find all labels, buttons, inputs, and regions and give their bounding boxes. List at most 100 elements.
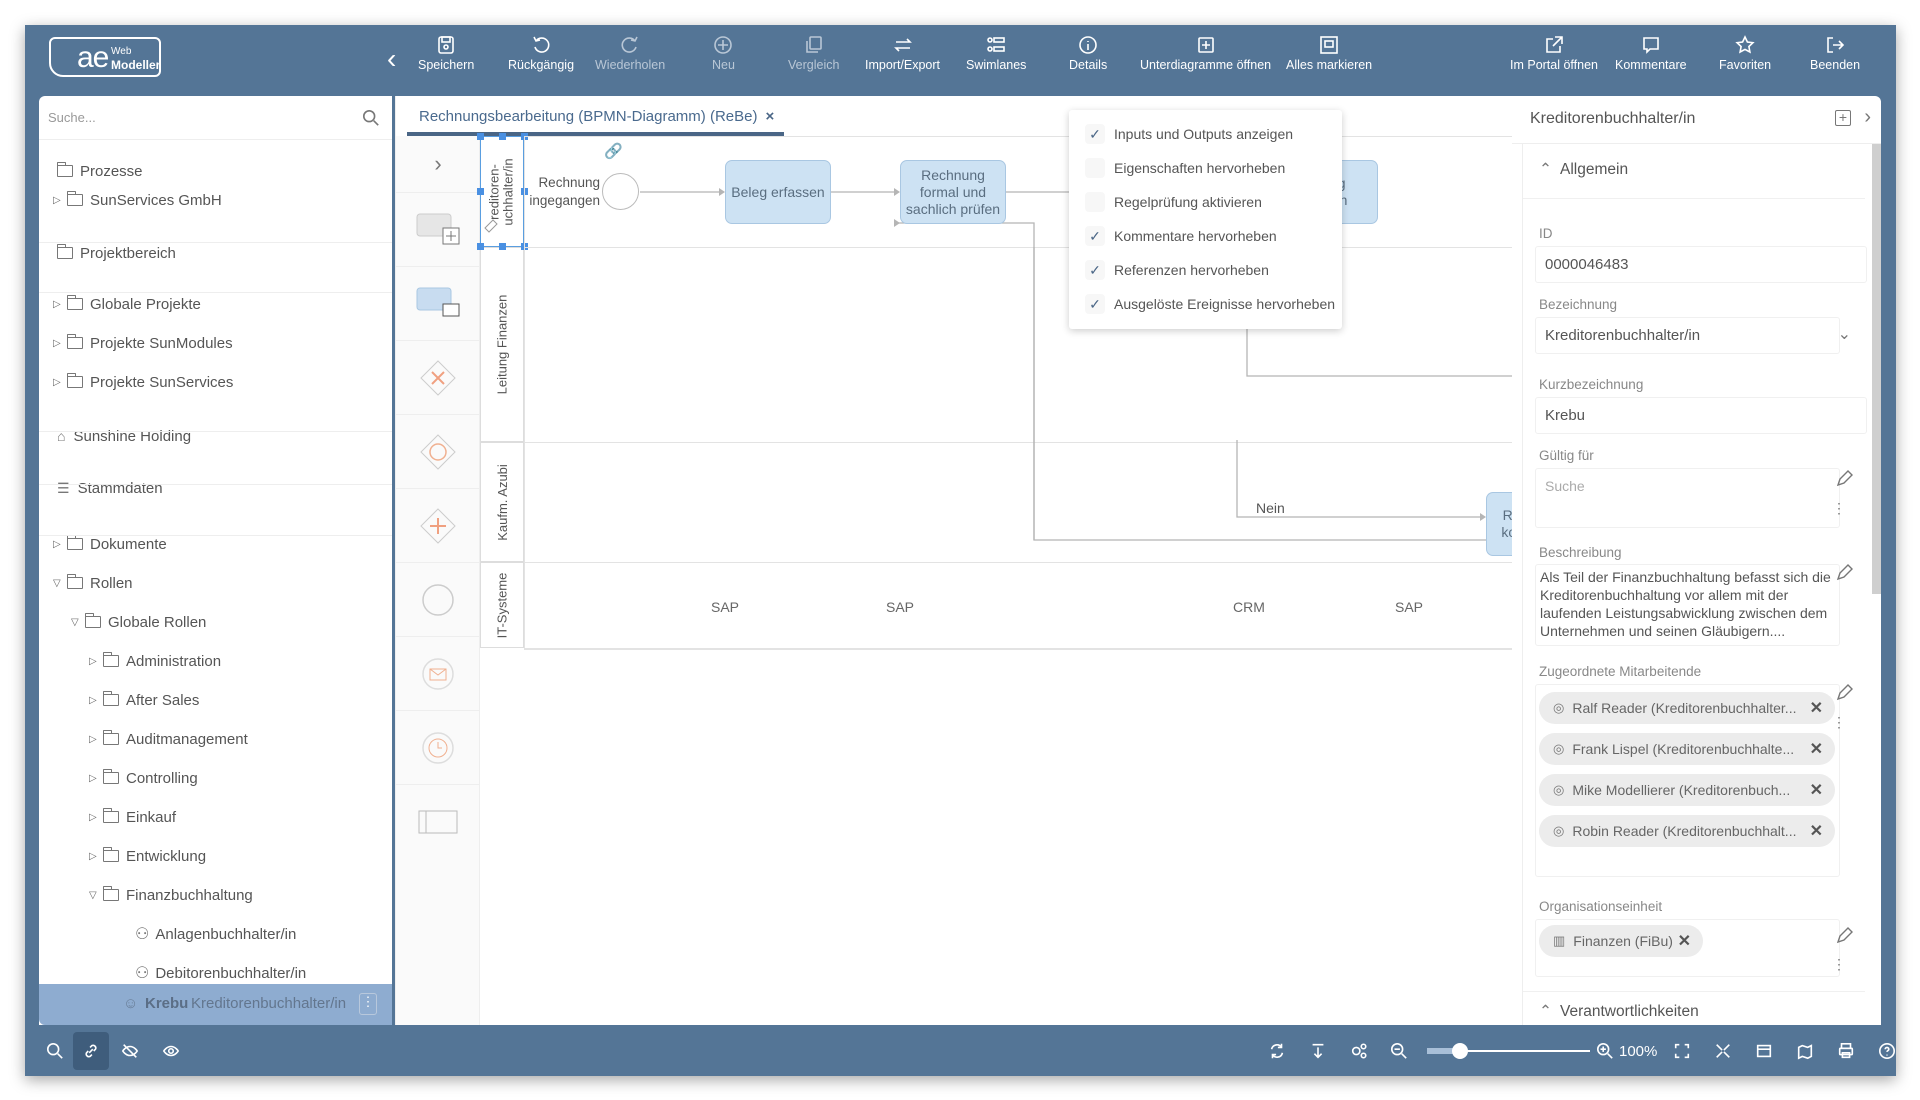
open-subdiagrams-button[interactable]: Unterdiagramme öffnen (1140, 35, 1271, 72)
caret-right-icon[interactable]: ▷ (89, 695, 99, 706)
chevron-down-icon[interactable]: ⌄ (1838, 324, 1851, 344)
tree-item[interactable]: ▷ Projekte SunServices (39, 367, 392, 397)
zoom-in-button[interactable] (1593, 1039, 1617, 1063)
start-event[interactable] (602, 173, 639, 210)
import-export-button[interactable]: Import/Export (865, 35, 940, 72)
tree-search[interactable]: Suche... (39, 96, 392, 140)
task-beleg-erfassen[interactable]: Beleg erfassen (725, 160, 831, 224)
edit-pencil-icon[interactable] (1835, 684, 1853, 702)
tree-item[interactable]: ▷ Auditmanagement (39, 724, 392, 754)
properties-scrollbar[interactable] (1872, 144, 1881, 594)
tree-item[interactable]: ▽ Globale Rollen (39, 607, 392, 637)
caret-right-icon[interactable]: ▷ (53, 377, 63, 388)
remove-icon[interactable]: ✕ (1678, 931, 1691, 951)
tree-item[interactable]: ▷ Dokumente (39, 529, 392, 559)
caret-right-icon[interactable]: ▷ (53, 338, 63, 349)
details-menu-item[interactable]: ✓ Kommentare hervorheben (1085, 221, 1277, 251)
palette-exclusive-gateway[interactable] (396, 341, 480, 415)
checkmark-icon[interactable]: ✓ (1085, 260, 1105, 280)
align-button[interactable] (1306, 1039, 1330, 1063)
show-button[interactable] (159, 1039, 183, 1063)
select-all-button[interactable]: Alles markieren (1286, 35, 1372, 72)
staff-chip[interactable]: ◎ Ralf Reader (Kreditorenbuchhalter... ✕ (1539, 692, 1835, 724)
comments-button[interactable]: Kommentare (1615, 35, 1687, 72)
tab-diagram[interactable]: Rechnungsbearbeitung (BPMN-Diagramm) (Re… (407, 102, 785, 136)
collapse-toolbar-button[interactable]: ‹ (387, 45, 396, 73)
palette-pool[interactable] (396, 785, 480, 859)
checkbox-empty[interactable] (1085, 192, 1105, 212)
details-menu-item[interactable]: ✓ Inputs und Outputs anzeigen (1085, 119, 1293, 149)
caret-right-icon[interactable]: ▷ (53, 195, 63, 206)
tree-item[interactable]: ▷ Controlling (39, 763, 392, 793)
link-toggle-button[interactable] (73, 1032, 109, 1070)
checkmark-icon[interactable]: ✓ (1085, 294, 1105, 314)
caret-right-icon[interactable]: ▷ (89, 734, 99, 745)
tree-item[interactable]: ▷ After Sales (39, 685, 392, 715)
map-button[interactable] (1793, 1039, 1817, 1063)
exit-button[interactable]: Beenden (1810, 35, 1860, 72)
details-menu-item[interactable]: ✓ Ausgelöste Ereignisse hervorheben (1085, 289, 1335, 319)
remove-icon[interactable]: ✕ (1810, 698, 1823, 718)
short-name-field[interactable]: Krebu (1535, 397, 1867, 434)
expand-panel-icon[interactable]: + (1835, 110, 1851, 126)
id-field[interactable]: 0000046483 (1535, 246, 1867, 283)
palette-parallel-gateway[interactable] (396, 489, 480, 563)
tree-item[interactable]: ☰ Stammdaten (39, 473, 392, 503)
palette-event[interactable] (396, 563, 480, 637)
caret-right-icon[interactable]: ▷ (89, 851, 99, 862)
swimlanes-button[interactable]: Swimlanes (966, 35, 1026, 72)
valid-for-search[interactable]: Suche (1535, 468, 1840, 528)
tree-item[interactable]: ▷ Globale Projekte (39, 289, 392, 319)
undo-button[interactable]: Rückgängig (508, 35, 574, 72)
caret-right-icon[interactable]: ▷ (89, 812, 99, 823)
caret-right-icon[interactable]: ▷ (89, 773, 99, 784)
fit-button[interactable] (1670, 1039, 1694, 1063)
link-icon[interactable]: 🔗 (604, 142, 626, 164)
caret-right-icon[interactable]: ▷ (53, 299, 63, 310)
print-button[interactable] (1834, 1039, 1858, 1063)
favorites-button[interactable]: Favoriten (1719, 35, 1771, 72)
palette-subprocess[interactable] (396, 193, 480, 267)
edit-pencil-icon[interactable] (1835, 470, 1853, 488)
search-input[interactable]: Suche... (48, 110, 96, 125)
new-button[interactable]: Neu (712, 35, 735, 72)
hide-button[interactable] (118, 1039, 142, 1063)
diagram-canvas[interactable]: reditoren-uchhalter/in Leitung Finanzen … (477, 133, 1582, 1025)
remove-icon[interactable]: ✕ (1810, 739, 1823, 759)
item-menu-button[interactable]: ⋮ (359, 993, 377, 1015)
task-rechnung-pruefen[interactable]: Rechnung formal und sachlich prüfen (900, 160, 1006, 224)
tree-item[interactable]: ▷ SunServices GmbH (39, 185, 392, 215)
compare-button[interactable]: Vergleich (788, 35, 839, 72)
tree-item[interactable]: ⌂ Sunshine Holding (39, 421, 392, 451)
tree-item-selected[interactable]: ☺ Krebu Kreditorenbuchhalter/in ⋮ (39, 984, 392, 1025)
fullscreen-button[interactable] (1711, 1039, 1735, 1063)
staff-chip[interactable]: ◎ Mike Modellierer (Kreditorenbuch... ✕ (1539, 774, 1835, 806)
caret-right-icon[interactable]: ▷ (89, 656, 99, 667)
details-menu-item[interactable]: Regelprüfung aktivieren (1085, 187, 1262, 217)
tree-item[interactable]: ▽ Finanzbuchhaltung (39, 880, 392, 910)
collapse-panel-icon[interactable]: › (1864, 106, 1871, 129)
tree-item[interactable]: ▽ Rollen (39, 568, 392, 598)
refresh-button[interactable] (1265, 1039, 1289, 1063)
open-in-portal-button[interactable]: Im Portal öffnen (1510, 35, 1598, 72)
tree-item[interactable]: ▷ Entwicklung (39, 841, 392, 871)
org-unit-chip[interactable]: ▥ Finanzen (FiBu) ✕ (1539, 925, 1703, 957)
close-tab-icon[interactable]: × (765, 108, 774, 125)
caret-down-icon[interactable]: ▽ (53, 578, 63, 589)
tree-item[interactable]: ⚇ Anlagenbuchhalter/in (39, 919, 392, 949)
search-icon[interactable] (362, 109, 380, 127)
staff-chip[interactable]: ◎ Robin Reader (Kreditorenbuchhalt... ✕ (1539, 815, 1835, 847)
details-menu-item[interactable]: ✓ Referenzen hervorheben (1085, 255, 1269, 285)
more-options-icon[interactable]: ⋮ (1832, 714, 1846, 731)
checkbox-empty[interactable] (1085, 158, 1105, 178)
more-options-icon[interactable]: ⋮ (1832, 500, 1846, 517)
checkmark-icon[interactable]: ✓ (1085, 226, 1105, 246)
zoom-slider-handle[interactable] (1451, 1043, 1468, 1059)
palette-timer-event[interactable] (396, 711, 480, 785)
tree-item[interactable]: Prozesse (39, 156, 392, 186)
details-button[interactable]: Details (1069, 35, 1107, 72)
more-options-icon[interactable]: ⋮ (1832, 956, 1846, 973)
caret-right-icon[interactable]: ▷ (53, 539, 63, 550)
tree-item[interactable]: ▷ Administration (39, 646, 392, 676)
palette-inclusive-gateway[interactable] (396, 415, 480, 489)
